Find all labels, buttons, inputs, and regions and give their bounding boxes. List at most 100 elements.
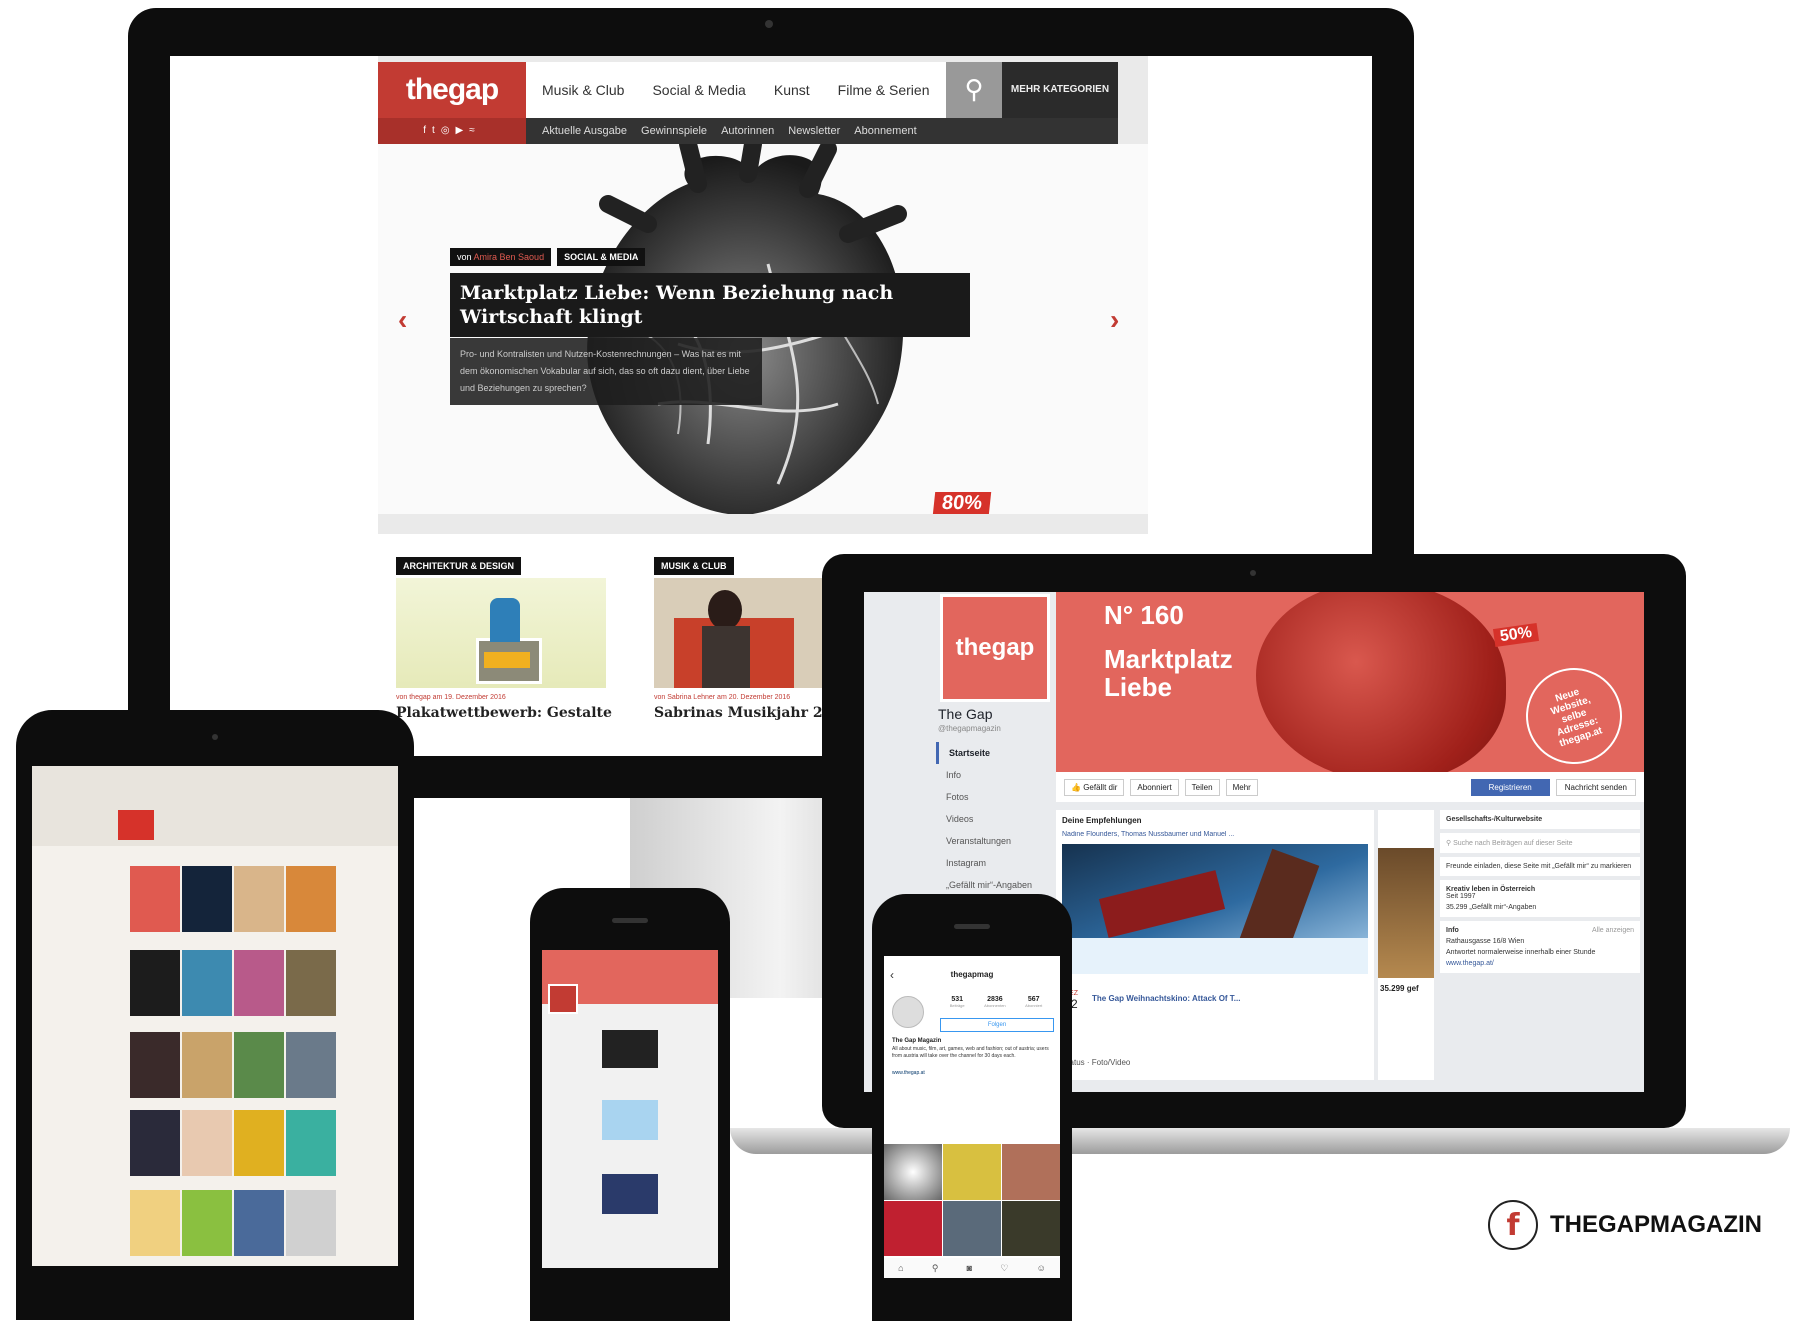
ig-photo[interactable] xyxy=(943,1201,1001,1256)
nav-item-musik[interactable]: Musik & Club xyxy=(542,82,624,98)
subnav-autorinnen[interactable]: Autorinnen xyxy=(721,125,774,137)
fb-sidebar-item-fotos[interactable]: Fotos xyxy=(936,786,1048,808)
magazine-cover[interactable] xyxy=(182,1190,232,1256)
tablet-screen xyxy=(32,766,398,1266)
magazine-cover[interactable] xyxy=(234,866,284,932)
magazine-cover[interactable] xyxy=(234,1190,284,1256)
show-all-link[interactable]: Alle anzeigen xyxy=(1592,927,1634,934)
ig-photo[interactable] xyxy=(943,1144,1001,1200)
fb-sidebar-item-startseite[interactable]: Startseite xyxy=(936,742,1048,764)
author-name[interactable]: Amira Ben Saoud xyxy=(474,252,545,262)
subnav-newsletter[interactable]: Newsletter xyxy=(788,125,840,137)
profile-icon[interactable]: ☺ xyxy=(1037,1263,1046,1273)
nav-item-kunst[interactable]: Kunst xyxy=(774,82,810,98)
page-search-input[interactable]: ⚲ Suche nach Beiträgen auf dieser Seite xyxy=(1440,833,1640,853)
hero-title[interactable]: Marktplatz Liebe: Wenn Beziehung nach Wi… xyxy=(450,273,970,337)
facebook-icon[interactable]: f xyxy=(423,125,432,136)
fb-page-name[interactable]: The Gap xyxy=(938,706,992,722)
article-card[interactable]: ARCHITEKTUR & DESIGN von thegap am 19. D… xyxy=(396,556,612,721)
magazine-cover[interactable] xyxy=(130,1190,180,1256)
search-button[interactable]: ⚲ xyxy=(946,62,1002,118)
side-post-stat: 35.299 gef xyxy=(1380,984,1419,993)
magazine-cover[interactable] xyxy=(182,1110,232,1176)
magazine-cover[interactable] xyxy=(130,1110,180,1176)
phone-left-photo[interactable] xyxy=(602,1174,658,1214)
more-categories-button[interactable]: MEHR KATEGORIEN xyxy=(1002,62,1118,118)
card-category-tag[interactable]: MUSIK & CLUB xyxy=(654,557,734,575)
rss-icon[interactable]: ≈ xyxy=(469,125,481,136)
magazine-cover[interactable] xyxy=(286,1190,336,1256)
social-links: ft◎▶≈ xyxy=(378,118,526,144)
home-icon[interactable]: ⌂ xyxy=(898,1263,903,1273)
photo-video-tab[interactable]: Foto/Video xyxy=(1092,1058,1131,1067)
magazine-cover[interactable] xyxy=(234,950,284,1016)
nav-item-filme[interactable]: Filme & Serien xyxy=(838,82,930,98)
ig-photo[interactable] xyxy=(1002,1201,1060,1256)
fb-sidebar-item-veranstaltungen[interactable]: Veranstaltungen xyxy=(936,830,1048,852)
magazine-cover[interactable] xyxy=(182,866,232,932)
sub-nav: Aktuelle Ausgabe Gewinnspiele Autorinnen… xyxy=(526,118,1118,144)
send-message-button[interactable]: Nachricht senden xyxy=(1555,778,1636,796)
register-button[interactable]: Registrieren xyxy=(1470,778,1550,796)
ig-follow-button[interactable]: Folgen xyxy=(940,1018,1054,1032)
phone-left-map[interactable] xyxy=(602,1100,658,1140)
more-button[interactable]: Mehr xyxy=(1225,778,1258,796)
fb-page-handle: @thegapmagazin xyxy=(938,724,1001,733)
nav-item-social[interactable]: Social & Media xyxy=(652,82,745,98)
share-button[interactable]: Teilen xyxy=(1184,778,1220,796)
follow-button[interactable]: Abonniert xyxy=(1130,778,1179,796)
info-website[interactable]: www.thegap.at/ xyxy=(1446,960,1634,967)
magazine-cover[interactable] xyxy=(130,950,180,1016)
camera-icon[interactable]: ◙ xyxy=(967,1263,972,1273)
ig-avatar[interactable] xyxy=(892,996,924,1028)
ig-stat-following[interactable]: 567 Abonniert xyxy=(1025,996,1042,1008)
ig-photo[interactable] xyxy=(884,1201,942,1256)
hero-badge: 80% xyxy=(932,492,992,514)
heart-icon[interactable]: ♡ xyxy=(1000,1263,1008,1274)
slider-next-button[interactable]: › xyxy=(1110,304,1119,336)
subnav-aktuelle-ausgabe[interactable]: Aktuelle Ausgabe xyxy=(542,125,627,137)
hero-author[interactable]: von Amira Ben Saoud xyxy=(450,248,552,266)
search-icon[interactable]: ⚲ xyxy=(932,1263,939,1274)
tablet-issue-thumbnail[interactable] xyxy=(118,810,154,840)
ig-photo[interactable] xyxy=(1002,1144,1060,1200)
subnav-abonnement[interactable]: Abonnement xyxy=(854,125,916,137)
youtube-icon[interactable]: ▶ xyxy=(456,125,470,136)
status-composer[interactable]: Status · Foto/Video xyxy=(1062,1058,1130,1067)
fb-sidebar-item-likes[interactable]: „Gefällt mir“-Angaben xyxy=(936,874,1048,896)
magazine-cover[interactable] xyxy=(182,1032,232,1098)
instagram-icon[interactable]: ◎ xyxy=(441,125,456,136)
magazine-cover[interactable] xyxy=(234,1110,284,1176)
fb-page-avatar[interactable]: thegap xyxy=(940,594,1050,702)
ig-link[interactable]: www.thegap.at xyxy=(892,1070,925,1076)
site-logo[interactable]: thegap xyxy=(378,62,526,118)
magazine-cover[interactable] xyxy=(234,1032,284,1098)
twitter-icon[interactable]: t xyxy=(432,125,441,136)
post-image-attack[interactable] xyxy=(1062,844,1368,974)
phone-left-photo[interactable] xyxy=(602,1030,658,1068)
magazine-cover[interactable] xyxy=(130,866,180,932)
fb-sidebar-item-info[interactable]: Info xyxy=(936,764,1048,786)
hero-category-tag[interactable]: SOCIAL & MEDIA xyxy=(557,248,646,266)
brand-badge[interactable]: f THEGAPMAGAZIN xyxy=(1488,1200,1762,1250)
ig-stat-followers[interactable]: 2836 Abonnenten xyxy=(984,996,1006,1008)
magazine-cover[interactable] xyxy=(130,1032,180,1098)
like-button[interactable]: 👍 Gefällt dir xyxy=(1064,778,1125,796)
magazine-cover[interactable] xyxy=(182,950,232,1016)
slider-prev-button[interactable]: ‹ xyxy=(398,304,407,336)
fb-sidebar-item-videos[interactable]: Videos xyxy=(936,808,1048,830)
phone-speaker xyxy=(612,918,648,923)
magazine-cover[interactable] xyxy=(286,1110,336,1176)
phone-left-avatar[interactable] xyxy=(548,984,578,1014)
fb-sidebar-item-instagram[interactable]: Instagram xyxy=(936,852,1048,874)
magazine-cover[interactable] xyxy=(286,1032,336,1098)
magazine-cover[interactable] xyxy=(286,950,336,1016)
subnav-gewinnspiele[interactable]: Gewinnspiele xyxy=(641,125,707,137)
ig-photo[interactable] xyxy=(884,1144,942,1200)
card-title[interactable]: Plakatwettbewerb: Gestalte xyxy=(396,705,612,721)
magazine-cover[interactable] xyxy=(286,866,336,932)
post-title[interactable]: The Gap Weihnachtskino: Attack Of T... xyxy=(1092,994,1240,1003)
invite-friends[interactable]: Freunde einladen, diese Seite mit „Gefäl… xyxy=(1440,857,1640,876)
recommendations-friends[interactable]: Nadine Flounders, Thomas Nussbaumer und … xyxy=(1056,831,1374,838)
card-category-tag[interactable]: ARCHITEKTUR & DESIGN xyxy=(396,557,522,575)
